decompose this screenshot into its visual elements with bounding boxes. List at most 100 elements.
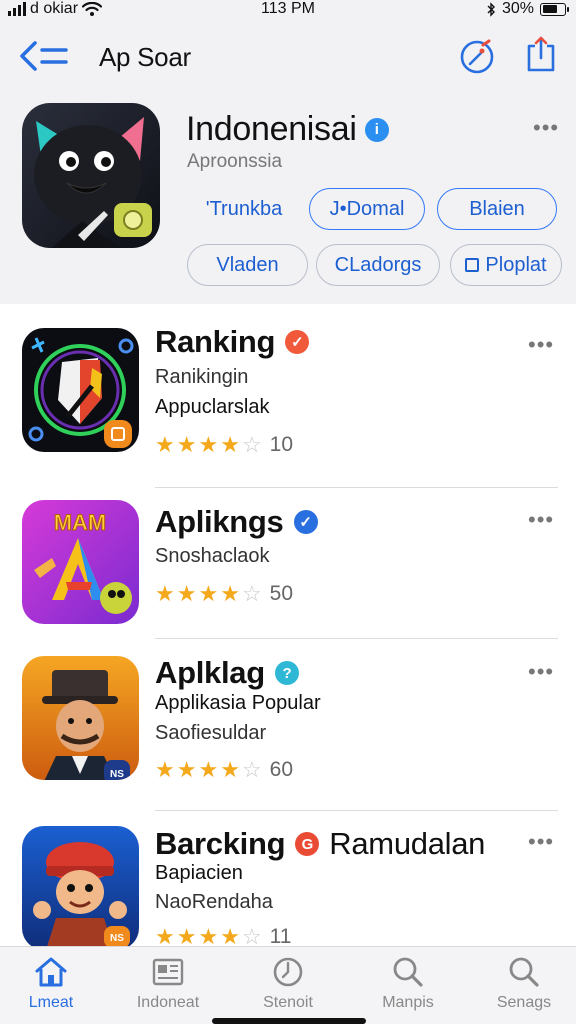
star-icon: ★ — [198, 757, 219, 782]
star-empty-icon: ☆ — [241, 432, 262, 457]
app-icon-barcking[interactable]: NS — [22, 826, 139, 950]
news-icon — [152, 958, 184, 986]
page-title: Ap Soar — [99, 42, 191, 72]
battery-icon — [540, 2, 569, 16]
app-more-button[interactable]: ••• — [528, 661, 554, 683]
tab-bar: Lmeat Indoneat Stenoit Manpis Senags — [0, 946, 576, 1024]
app-name-row: Aplklag ? — [155, 655, 299, 691]
row-divider — [155, 487, 558, 488]
tab-stenoit[interactable]: Stenoit — [238, 955, 338, 1017]
mam-text: MAM — [54, 510, 107, 535]
app-name: Barcking — [155, 826, 286, 861]
app-rating: ★ ★ ★ ★ ☆ 50 — [155, 581, 293, 607]
character-game-icon: NS — [22, 656, 139, 780]
star-empty-icon: ☆ — [241, 757, 262, 782]
app-icon-aplikngs[interactable]: MAM — [22, 500, 139, 624]
ns-badge-text: NS — [110, 769, 124, 780]
battery-group: 30% — [486, 0, 569, 18]
bluetooth-icon — [487, 1, 495, 17]
tab-manpis[interactable]: Manpis — [358, 955, 458, 1017]
search-icon — [393, 957, 423, 987]
chip-ploplat-label: Ploplat — [485, 253, 547, 276]
app-name-suffix: Ramudalan — [329, 826, 486, 861]
app-name: Aplklag — [155, 655, 265, 690]
home-icon — [35, 957, 67, 987]
check-badge-icon: ✓ — [285, 330, 310, 354]
star-icon: ★ — [220, 432, 240, 457]
chip-vladen[interactable]: Vladen — [187, 244, 308, 286]
rating-count: 50 — [269, 582, 294, 605]
letters-game-icon: MAM — [22, 500, 139, 624]
star-icon: ★ — [155, 432, 175, 457]
featured-app-title: Indonenisai i — [186, 110, 389, 149]
app-category: NaoRendaha — [155, 891, 273, 913]
app-subtitle: Applikasia Popular — [155, 692, 321, 714]
app-more-button[interactable]: ••• — [528, 509, 554, 531]
chip-blaien[interactable]: Blaien — [437, 188, 557, 230]
row-divider — [155, 810, 558, 811]
star-empty-icon: ☆ — [241, 581, 262, 606]
star-icon: ★ — [176, 581, 197, 606]
star-icon: ★ — [220, 757, 240, 782]
featured-app-subtitle: Aproonssia — [187, 151, 283, 172]
tab-home[interactable]: Lmeat — [1, 955, 101, 1017]
app-subtitle: Ranikingin — [155, 366, 249, 388]
chip-cladorgs[interactable]: CLadorgs — [316, 244, 440, 286]
search-icon — [509, 957, 539, 987]
featured-app-name: Indonenisai — [186, 110, 357, 148]
clock-icon — [273, 957, 303, 987]
back-button[interactable] — [18, 38, 72, 74]
tab-label: Lmeat — [28, 994, 74, 1011]
app-rating: ★ ★ ★ ★ ☆ 60 — [155, 757, 293, 783]
app-name: Ranking — [155, 324, 276, 359]
help-badge-icon: ? — [274, 661, 299, 685]
chip-ploplat[interactable]: Ploplat — [450, 244, 562, 286]
square-icon — [465, 258, 480, 272]
tab-label: Indoneat — [136, 994, 200, 1011]
star-icon: ★ — [220, 581, 240, 606]
share-button[interactable] — [458, 36, 498, 76]
app-more-button[interactable]: ••• — [528, 334, 554, 356]
star-icon: ★ — [176, 432, 197, 457]
chip-trunkba[interactable]: 'Trunkba — [186, 188, 302, 230]
app-name-row: Ranking ✓ — [155, 324, 310, 360]
star-icon: ★ — [198, 432, 219, 457]
star-icon: ★ — [176, 757, 197, 782]
app-icon-aplklag[interactable]: NS — [22, 656, 139, 780]
app-name-row: Barcking G Ramudalan — [155, 826, 485, 862]
app-more-button[interactable]: ••• — [528, 831, 554, 853]
tab-label: Senags — [496, 994, 552, 1011]
ns-badge-text: NS — [110, 933, 124, 944]
cat-mascot-icon — [22, 103, 160, 248]
tab-label: Stenoit — [263, 994, 313, 1011]
app-category: Saofiesuldar — [155, 722, 267, 744]
app-category: Appuclarslak — [155, 396, 270, 418]
row-divider — [155, 638, 558, 639]
rating-count: 10 — [269, 433, 294, 456]
chip-domal[interactable]: J•Domal — [309, 188, 425, 230]
navigation-bar: Ap Soar — [0, 30, 576, 84]
info-badge-icon: i — [364, 117, 389, 142]
share-icon — [527, 36, 555, 72]
app-subtitle: Snoshaclaok — [155, 545, 270, 567]
featured-more-button[interactable]: ••• — [533, 117, 559, 139]
app-name-row: Aplikngs ✓ — [155, 504, 318, 540]
tab-indoneat[interactable]: Indoneat — [118, 955, 218, 1017]
google-badge-icon: G — [295, 832, 320, 856]
home-indicator[interactable] — [212, 1018, 366, 1024]
star-icon: ★ — [155, 757, 175, 782]
tab-senags[interactable]: Senags — [474, 955, 574, 1017]
firefighter-game-icon: NS — [22, 826, 139, 950]
compass-icon — [460, 39, 494, 74]
shield-game-icon — [22, 328, 139, 452]
battery-percent: 30% — [501, 0, 534, 17]
star-icon: ★ — [198, 581, 219, 606]
rating-count: 60 — [269, 758, 294, 781]
upload-button[interactable] — [524, 34, 558, 74]
star-icon: ★ — [155, 581, 175, 606]
app-rating: ★ ★ ★ ★ ☆ 10 — [155, 432, 293, 458]
app-subtitle: Bapiacien — [155, 862, 243, 884]
app-icon-ranking[interactable] — [22, 328, 139, 452]
featured-app-icon[interactable] — [22, 103, 160, 248]
tab-label: Manpis — [382, 994, 434, 1011]
